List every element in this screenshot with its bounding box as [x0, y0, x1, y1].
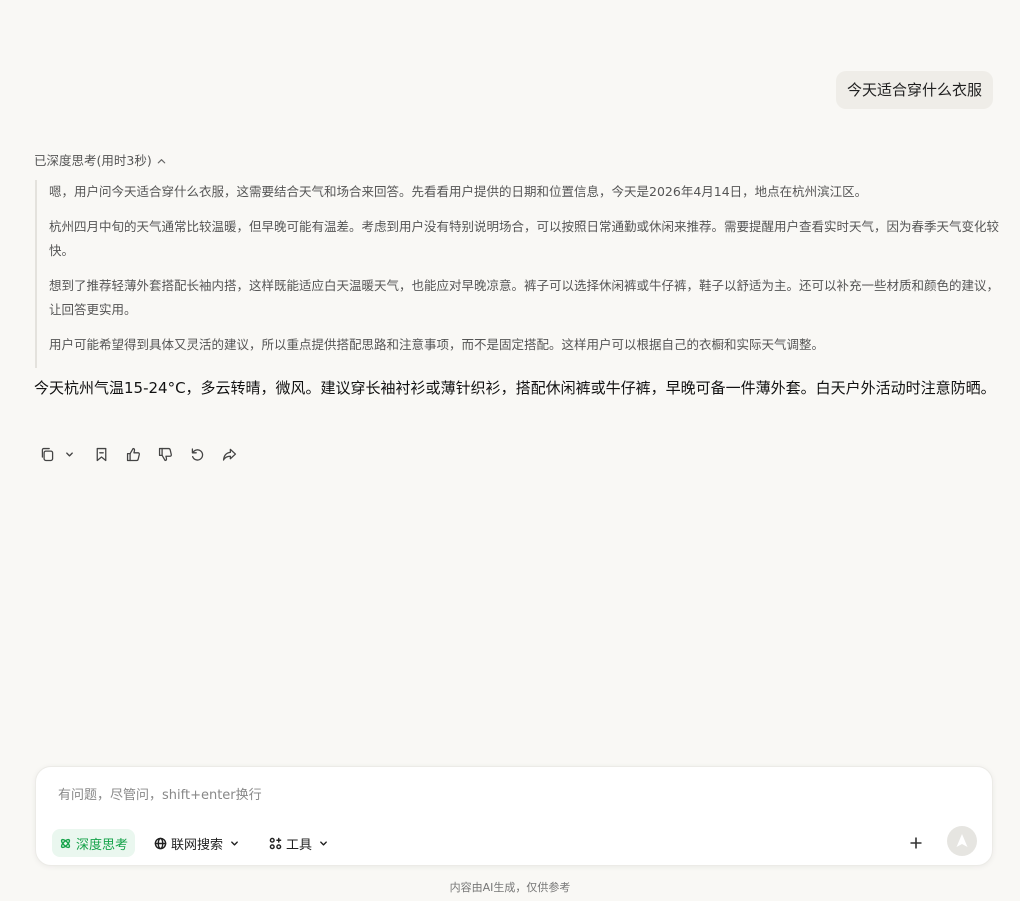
plus-icon	[910, 837, 922, 849]
globe-icon	[154, 837, 167, 849]
copy-icon	[37, 444, 57, 464]
thinking-header-label: 已深度思考(用时3秒)	[34, 153, 152, 168]
tools-grid-icon	[269, 837, 282, 849]
deep-think-toggle[interactable]: 深度思考	[52, 829, 136, 857]
assistant-answer: 今天杭州气温15-24°C，多云转晴，微风。建议穿长袖衬衫或薄针织衫，搭配休闲裤…	[34, 379, 996, 397]
thinking-paragraph: 嗯，用户问今天适合穿什么衣服，这需要结合天气和场合来回答。先看看用户提供的日期和…	[49, 184, 868, 199]
thinking-content: 嗯，用户问今天适合穿什么衣服，这需要结合天气和场合来回答。先看看用户提供的日期和…	[35, 180, 1011, 368]
deep-think-label: 深度思考	[76, 837, 129, 853]
chevron-down-icon[interactable]	[59, 444, 79, 464]
tools-dropdown[interactable]: 工具	[269, 829, 328, 857]
deep-think-icon	[60, 838, 71, 848]
thumbs-down-icon[interactable]	[155, 444, 175, 464]
chevron-up-icon	[157, 158, 166, 163]
user-message-bubble: 今天适合穿什么衣服	[835, 71, 993, 109]
chevron-down-icon	[231, 840, 238, 846]
message-input[interactable]	[56, 783, 960, 807]
send-arrow-icon	[956, 834, 968, 847]
chat-page: 今天适合穿什么衣服 已深度思考(用时3秒) 嗯，用户问今天适合穿什么衣服，这需要…	[0, 0, 1020, 901]
ai-disclaimer: 内容由AI生成，仅供参考	[449, 881, 571, 894]
send-button[interactable]	[947, 826, 977, 856]
tools-label: 工具	[286, 837, 313, 853]
attach-button[interactable]	[905, 832, 927, 854]
bookmark-icon[interactable]	[91, 444, 111, 464]
copy-button[interactable]	[37, 444, 79, 464]
thinking-paragraph: 用户可能希望得到具体又灵活的建议，所以重点提供搭配思路和注意事项，而不是固定搭配…	[49, 337, 825, 352]
web-search-dropdown[interactable]: 联网搜索	[154, 829, 239, 857]
chevron-down-icon	[320, 840, 327, 846]
thinking-paragraph: 想到了推荐轻薄外套搭配长袖内搭，这样既能适应白天温暖天气，也能应对早晚凉意。裤子…	[49, 278, 1000, 317]
thumbs-up-icon[interactable]	[123, 444, 143, 464]
share-icon[interactable]	[219, 444, 239, 464]
message-actions	[37, 444, 239, 464]
thinking-paragraph: 杭州四月中旬的天气通常比较温暖，但早晚可能有温差。考虑到用户没有特别说明场合，可…	[49, 219, 1000, 258]
chat-composer: 深度思考 联网搜索 工具	[35, 766, 993, 866]
thinking-toggle[interactable]: 已深度思考(用时3秒)	[34, 152, 167, 170]
regenerate-icon[interactable]	[187, 444, 207, 464]
web-search-label: 联网搜索	[171, 837, 224, 853]
